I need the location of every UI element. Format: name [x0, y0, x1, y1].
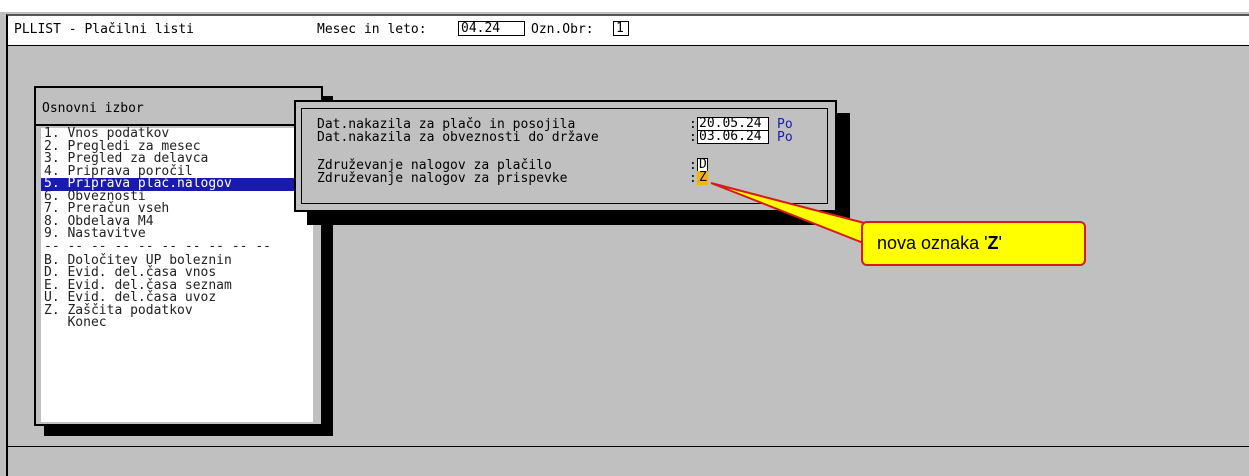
terminal-screen: PLLIST - Plačilni listi Mesec in leto: 0… [0, 0, 1249, 476]
callout-bold: Z [987, 233, 999, 253]
callout-suffix: ' [998, 233, 1002, 253]
callout-prefix: nova oznaka ' [877, 233, 988, 253]
callout-box: nova oznaka ' Z ' [861, 221, 1086, 266]
